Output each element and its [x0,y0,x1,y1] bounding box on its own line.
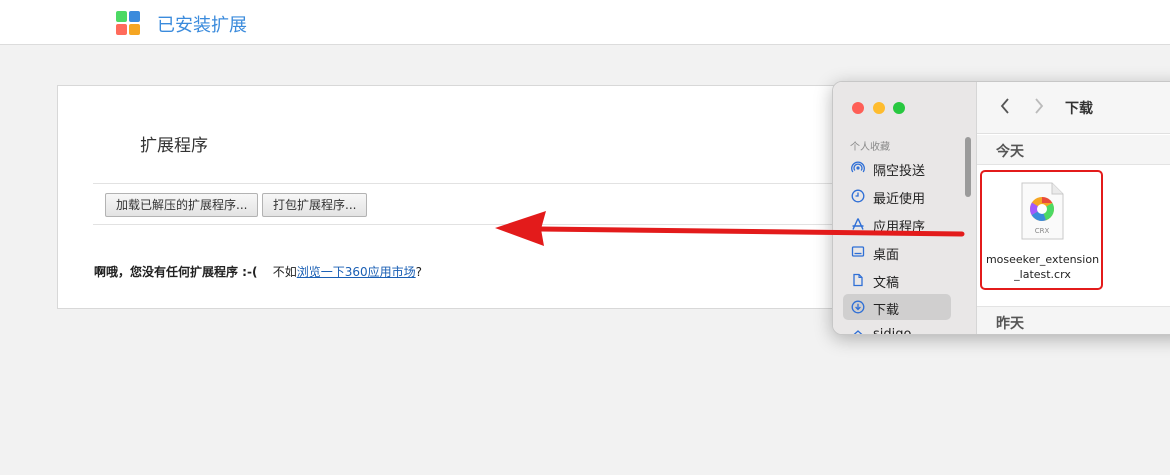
finder-window: 个人收藏 隔空投送 最近使用 应用程序 桌面 文稿 下载 sidigo 下载 今… [832,81,1170,335]
sidebar-item-label: 最近使用 [873,192,926,207]
sidebar-item-desktop[interactable]: 桌面 [843,239,951,265]
close-window-button[interactable] [852,102,864,114]
clock-icon [851,189,865,203]
airdrop-icon [851,161,865,173]
page-title: 已安装扩展 [157,15,247,36]
pack-extension-button[interactable]: 打包扩展程序... [262,193,368,217]
group-label: 昨天 [996,316,1024,332]
sidebar-item-label: 下载 [873,303,900,318]
finder-toolbar: 下载 [977,82,1170,134]
app-market-link[interactable]: 浏览一下360应用市场 [297,265,416,279]
sidebar-item-home[interactable]: sidigo [843,322,951,335]
extensions-panel: 扩展程序 加载已解压的扩展程序... 打包扩展程序... 啊哦，您没有任何扩展程… [57,85,858,309]
home-icon [853,330,863,334]
sidebar-item-applications[interactable]: 应用程序 [843,211,951,237]
document-icon [853,273,863,287]
sidebar-item-label: 隔空投送 [873,164,926,179]
file-item-crx[interactable]: CRX moseeker_extension_latest.crx [980,170,1103,290]
sidebar-item-recents[interactable]: 最近使用 [843,183,951,209]
folder-title: 下载 [1065,101,1093,117]
sidebar-item-label: sidigo [873,327,912,335]
sidebar-item-label: 桌面 [873,248,900,263]
forward-button[interactable] [1033,96,1045,120]
group-header-today: 今天 [977,135,1170,165]
file-type-label: CRX [1035,227,1050,235]
sidebar-item-label: 文稿 [873,276,900,291]
chevron-right-icon [1035,98,1044,114]
empty-message: 啊哦，您没有任何扩展程序 :-( [94,265,258,279]
finder-sidebar: 个人收藏 隔空投送 最近使用 应用程序 桌面 文稿 下载 sidigo [833,82,977,334]
download-icon [851,300,865,314]
divider [93,224,858,225]
suggestion-suffix: ? [415,265,423,279]
sidebar-item-airdrop[interactable]: 隔空投送 [843,155,951,181]
section-title: 扩展程序 [140,136,208,156]
sidebar-item-label: 应用程序 [873,220,926,235]
sidebar-item-downloads[interactable]: 下载 [843,294,951,320]
chevron-left-icon [1000,98,1009,114]
extensions-logo-icon [116,11,140,35]
favorites-header: 个人收藏 [850,142,890,153]
back-button[interactable] [999,96,1011,120]
finder-content: 下载 今天 CRX moseeker_extension_latest.crx … [977,82,1170,334]
top-header: 已安装扩展 [0,0,1170,45]
suggestion-prefix: 不如 [272,265,297,279]
load-unpacked-button[interactable]: 加载已解压的扩展程序... [105,193,259,217]
group-label: 今天 [996,144,1024,160]
minimize-window-button[interactable] [873,102,885,114]
crx-file-icon: CRX [1021,182,1064,240]
divider [93,183,858,184]
zoom-window-button[interactable] [893,102,905,114]
group-header-yesterday: 昨天 [977,306,1170,334]
apps-icon [852,218,864,230]
file-name: moseeker_extension_latest.crx [985,253,1100,281]
empty-state-message: 啊哦，您没有任何扩展程序 :-( 不如浏览一下360应用市场? [94,263,422,280]
desktop-icon [851,246,865,257]
sidebar-item-documents[interactable]: 文稿 [843,267,951,293]
sidebar-scrollbar[interactable] [965,137,971,197]
